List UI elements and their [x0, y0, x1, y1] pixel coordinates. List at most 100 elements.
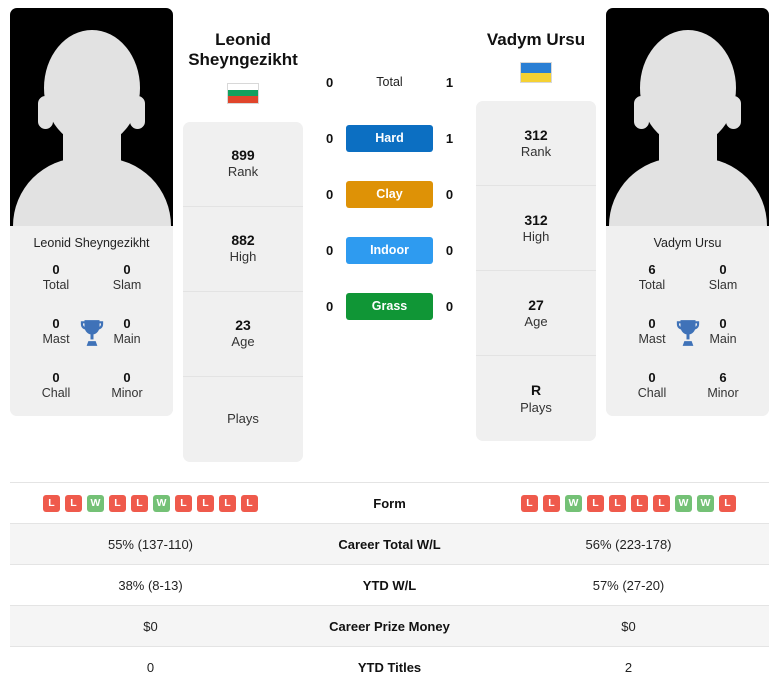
- surface-score-right: 1: [445, 130, 454, 146]
- surface-score-left: 0: [325, 242, 334, 258]
- form-badge-loss[interactable]: L: [719, 494, 736, 512]
- player-first-name: Leonid: [215, 30, 271, 49]
- stat-value: 0: [648, 369, 656, 385]
- form-badge-loss[interactable]: L: [609, 494, 626, 512]
- value-right: 57% (27-20): [592, 577, 665, 593]
- detail-age-right: 27 Age: [476, 271, 596, 357]
- surface-score-right: 1: [445, 74, 454, 90]
- table-row-form: LLWLLWLLLL Form LLWLLLLWWL: [10, 482, 769, 524]
- detail-value: 882: [231, 232, 255, 249]
- detail-value: 23: [235, 317, 251, 334]
- stat-main-left: 0 Main: [101, 316, 153, 348]
- value-left: 38% (8-13): [118, 577, 183, 593]
- player-photo-right: [606, 8, 769, 226]
- value-left: 0: [146, 659, 155, 675]
- table-row-ytd-titles: 0 YTD Titles 2: [10, 646, 769, 688]
- stat-label: Chall: [637, 386, 667, 400]
- avatar-ear-right: [726, 96, 741, 129]
- form-badge-loss[interactable]: L: [197, 494, 214, 512]
- surface-label-hard[interactable]: Hard: [346, 124, 433, 152]
- form-badge-loss[interactable]: L: [43, 494, 60, 512]
- form-badge-loss[interactable]: L: [587, 494, 604, 512]
- trophy-icon: [80, 320, 103, 346]
- value-right: $0: [621, 618, 636, 634]
- value-left: 55% (137-110): [107, 536, 194, 552]
- form-badges-left: LLWLLWLLLL: [11, 494, 290, 512]
- stat-main-right: 0 Main: [697, 316, 749, 348]
- trophy-row: 0 Total 0 Slam: [16, 262, 167, 294]
- surface-breakdown: 0 Total 1 0 Hard 1 0 Clay 0 0 Indoor 0 0: [313, 8, 466, 320]
- form-badge-loss[interactable]: L: [219, 494, 236, 512]
- stat-label: Slam: [112, 278, 142, 293]
- detail-rank-left: 899 Rank: [183, 122, 303, 207]
- stat-label: Mast: [42, 332, 70, 347]
- player-card-right[interactable]: Vadym Ursu 6 Total 0 Slam 0 Mast 0 Main …: [606, 8, 769, 416]
- player-summary-left: Leonid Sheyngezikht 899 Rank 882 High 23: [183, 8, 303, 462]
- table-row-career-total-wl: 55% (137-110) Career Total W/L 56% (223-…: [10, 523, 769, 565]
- form-badge-loss[interactable]: L: [241, 494, 258, 512]
- form-badge-loss[interactable]: L: [653, 494, 670, 512]
- surface-score-right: 0: [445, 186, 454, 202]
- trophy-grid-left: 0 Total 0 Slam 0 Mast 0 Main 0 Chall 0 M…: [10, 262, 173, 416]
- stat-value: 0: [123, 262, 131, 277]
- form-cell-left: LLWLLWLLLL: [10, 483, 291, 524]
- detail-plays-left: Plays: [183, 377, 303, 462]
- trophy-icon: [676, 320, 699, 346]
- form-badge-loss[interactable]: L: [521, 494, 538, 512]
- stat-minor-right: 6 Minor: [697, 370, 749, 402]
- surface-label-indoor[interactable]: Indoor: [346, 236, 433, 264]
- player-card-left[interactable]: Leonid Sheyngezikht 0 Total 0 Slam 0 Mas…: [10, 8, 173, 416]
- form-badge-loss[interactable]: L: [175, 494, 192, 512]
- detail-value: R: [530, 382, 542, 399]
- surface-label-clay[interactable]: Clay: [346, 180, 433, 208]
- detail-high-left: 882 High: [183, 207, 303, 292]
- flag-ukraine-icon: [520, 62, 552, 84]
- stat-value: 0: [648, 315, 656, 331]
- form-badge-loss[interactable]: L: [543, 494, 560, 512]
- form-badge-loss[interactable]: L: [65, 494, 82, 512]
- form-badge-loss[interactable]: L: [109, 494, 126, 512]
- detail-high-right: 312 High: [476, 186, 596, 272]
- surface-label-grass[interactable]: Grass: [346, 292, 433, 320]
- surface-score-left: 0: [325, 298, 334, 314]
- surface-score-left: 0: [325, 74, 334, 90]
- stat-minor-left: 0 Minor: [101, 370, 153, 402]
- stat-label: Main: [709, 332, 737, 347]
- trophy-row: 0 Chall 6 Minor: [612, 370, 763, 402]
- form-badge-loss[interactable]: L: [631, 494, 648, 512]
- player-last-name: Sheyngezikht: [188, 50, 298, 70]
- row-label: Career Prize Money: [329, 618, 450, 634]
- stat-value: 0: [52, 262, 60, 277]
- surface-row-hard: 0 Hard 1: [313, 124, 466, 152]
- form-badge-win[interactable]: W: [87, 494, 104, 512]
- stat-label: Mast: [638, 332, 666, 347]
- detail-value: 27: [528, 296, 544, 313]
- trophy-grid-right: 6 Total 0 Slam 0 Mast 0 Main 0 Chall 6 M…: [606, 262, 769, 416]
- surface-score-right: 0: [445, 242, 454, 258]
- stat-value: 0: [719, 262, 727, 277]
- comparison-header: Leonid Sheyngezikht 0 Total 0 Slam 0 Mas…: [0, 0, 779, 478]
- player-full-name: Vadym Ursu: [486, 30, 586, 49]
- player-comparison-page: Leonid Sheyngezikht 0 Total 0 Slam 0 Mas…: [0, 0, 779, 699]
- form-cell-right: LLWLLLLWWL: [488, 483, 769, 524]
- stat-chall-right: 0 Chall: [626, 370, 678, 402]
- stat-label: Chall: [41, 386, 71, 400]
- form-badge-win[interactable]: W: [565, 494, 582, 512]
- form-badge-win[interactable]: W: [675, 494, 692, 512]
- form-badge-loss[interactable]: L: [131, 494, 148, 512]
- row-label: YTD W/L: [362, 577, 417, 593]
- player-name-caption-left: Leonid Sheyngezikht: [10, 226, 173, 262]
- surface-score-left: 0: [325, 186, 334, 202]
- value-right: 2: [624, 659, 633, 675]
- stat-value: 0: [52, 315, 60, 331]
- table-row-career-prize-money: $0 Career Prize Money $0: [10, 605, 769, 647]
- table-row-ytd-wl: 38% (8-13) YTD W/L 57% (27-20): [10, 564, 769, 606]
- form-badges-right: LLWLLLLWWL: [489, 494, 768, 512]
- stat-slam-left: 0 Slam: [101, 262, 153, 294]
- detail-label: Age: [524, 314, 548, 330]
- form-badge-win[interactable]: W: [697, 494, 714, 512]
- detail-value: 312: [524, 126, 548, 143]
- detail-label: Rank: [227, 164, 259, 180]
- form-badge-win[interactable]: W: [153, 494, 170, 512]
- avatar-ear-left: [38, 96, 53, 129]
